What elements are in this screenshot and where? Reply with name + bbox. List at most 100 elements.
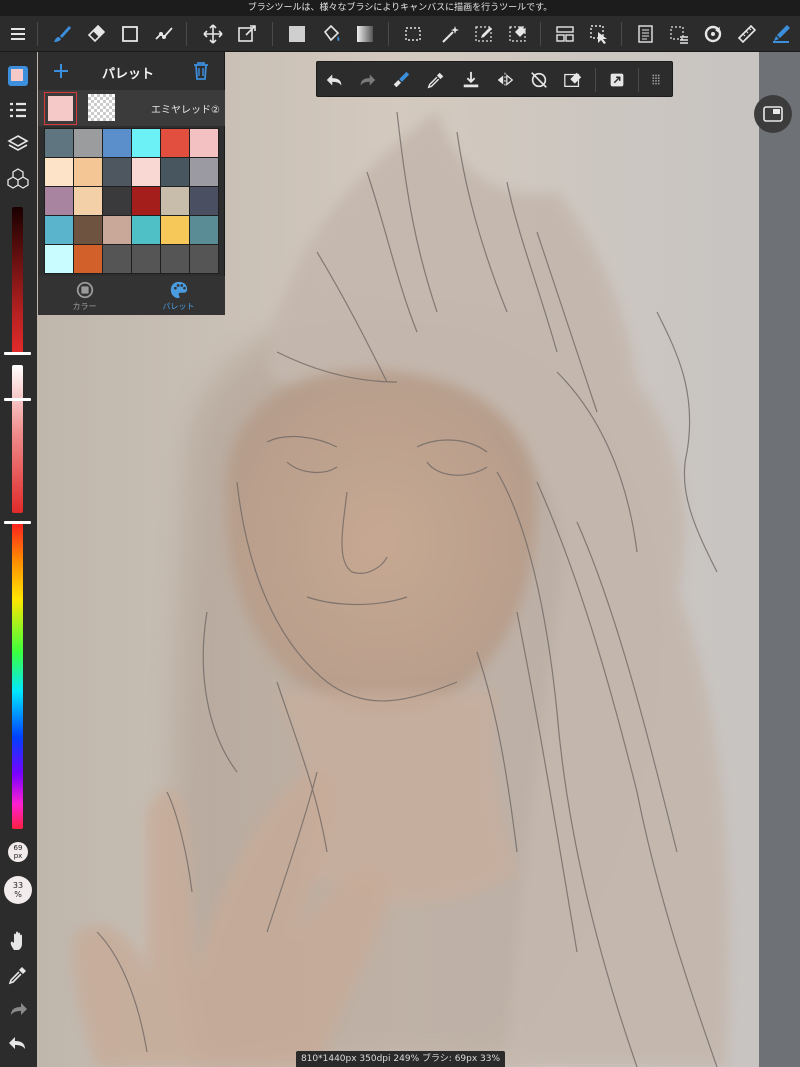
edit-tool-button[interactable] <box>150 20 178 48</box>
tab-palette-label: パレット <box>162 301 195 311</box>
palette-swatch[interactable] <box>190 245 218 273</box>
palette-swatch[interactable] <box>132 158 160 186</box>
select-pen-button[interactable] <box>470 20 498 48</box>
tab-color[interactable]: カラー <box>38 276 131 315</box>
palette-swatch[interactable] <box>132 216 160 244</box>
palette-swatch[interactable] <box>74 216 102 244</box>
palette-swatch[interactable] <box>190 158 218 186</box>
brush-list-icon <box>10 102 26 118</box>
clear-layer-button[interactable] <box>559 66 587 94</box>
palette-selector[interactable]: エミヤレッド② <box>38 90 225 126</box>
select-pen-icon <box>475 26 492 42</box>
magic-wand-button[interactable] <box>436 20 464 48</box>
gradient-icon <box>357 26 373 42</box>
import-button[interactable] <box>457 66 485 94</box>
palette-swatch[interactable] <box>161 245 189 273</box>
brush-tool-button[interactable] <box>48 20 76 48</box>
eraser-tool-button[interactable] <box>82 20 110 48</box>
palette-header: パレット <box>38 52 225 90</box>
palette-swatch[interactable] <box>74 129 102 157</box>
trash-icon <box>194 62 208 80</box>
float-redo-button[interactable] <box>353 66 381 94</box>
select-tool-button[interactable] <box>399 20 427 48</box>
transparent-color-swatch[interactable] <box>88 94 115 121</box>
add-palette-button[interactable] <box>50 60 72 82</box>
menu-button[interactable] <box>4 20 32 48</box>
fullscreen-icon <box>610 73 624 87</box>
frame-divider-button[interactable] <box>551 20 579 48</box>
text-layer-button[interactable] <box>631 20 659 48</box>
palette-swatch[interactable] <box>103 245 131 273</box>
undo-button[interactable] <box>4 1029 32 1057</box>
fill-color-button[interactable] <box>283 20 311 48</box>
palette-swatch[interactable] <box>161 158 189 186</box>
tab-palette[interactable]: パレット <box>132 276 225 315</box>
dotted-select-button[interactable] <box>665 20 693 48</box>
palette-swatch[interactable] <box>132 245 160 273</box>
hue-slider[interactable] <box>12 523 23 829</box>
palette-swatch[interactable] <box>190 187 218 215</box>
move-tool-button[interactable] <box>199 20 227 48</box>
brightness-slider[interactable] <box>12 207 23 353</box>
palette-swatch[interactable] <box>190 216 218 244</box>
ruler-button[interactable] <box>733 20 761 48</box>
transform-tool-button[interactable] <box>233 20 261 48</box>
rotate-canvas-button[interactable] <box>699 20 727 48</box>
palette-swatch[interactable] <box>45 187 73 215</box>
delete-palette-button[interactable] <box>189 59 213 83</box>
hand-tool-button[interactable] <box>4 927 32 955</box>
gradient-tool-button[interactable] <box>351 20 379 48</box>
saturation-slider[interactable] <box>12 365 23 513</box>
brightness-slider-handle[interactable] <box>4 352 31 355</box>
palette-swatch[interactable] <box>45 216 73 244</box>
transform-icon <box>238 25 256 42</box>
current-color-swatch[interactable] <box>44 92 77 125</box>
redo-button[interactable] <box>4 995 32 1023</box>
palette-swatch[interactable] <box>132 129 160 157</box>
brush-opacity-button[interactable]: 33 % <box>4 876 32 904</box>
brush-icon <box>54 26 71 42</box>
flip-icon <box>497 72 514 88</box>
bucket-tool-button[interactable] <box>317 20 345 48</box>
palette-swatch[interactable] <box>161 187 189 215</box>
float-undo-button[interactable] <box>321 66 349 94</box>
select-eraser-button[interactable] <box>504 20 532 48</box>
import-icon <box>463 71 479 88</box>
brush-eraser-toggle-button[interactable] <box>387 66 415 94</box>
fullscreen-button[interactable] <box>603 66 631 94</box>
snap-pen-button[interactable] <box>767 20 795 48</box>
rotate-off-button[interactable] <box>525 66 553 94</box>
palette-swatch[interactable] <box>45 245 73 273</box>
float-eyedropper-button[interactable] <box>422 66 450 94</box>
medibang-paint-app: ブラシツールは、様々なブラシによりキャンバスに描画を行うツールです。 69 px… <box>0 0 800 1067</box>
palette-swatch[interactable] <box>103 216 131 244</box>
rotate-icon <box>704 25 722 43</box>
palette-swatch[interactable] <box>74 158 102 186</box>
palette-swatch[interactable] <box>103 187 131 215</box>
operation-tool-button[interactable] <box>585 20 613 48</box>
flip-button[interactable] <box>491 66 519 94</box>
brush-size-button[interactable]: 69 px <box>8 842 28 862</box>
palette-swatch[interactable] <box>103 158 131 186</box>
palette-swatch[interactable] <box>74 187 102 215</box>
palette-swatch[interactable] <box>190 129 218 157</box>
palette-swatch[interactable] <box>74 245 102 273</box>
palette-swatch[interactable] <box>103 129 131 157</box>
palette-swatch[interactable] <box>132 187 160 215</box>
float-more-button[interactable] <box>642 66 670 94</box>
screen-split-button[interactable] <box>754 95 792 133</box>
material-button[interactable] <box>4 164 32 192</box>
color-swatch-button[interactable] <box>4 62 32 90</box>
palette-swatch[interactable] <box>161 216 189 244</box>
brush-list-button[interactable] <box>4 96 32 124</box>
layers-button[interactable] <box>4 130 32 158</box>
shape-tool-button[interactable] <box>116 20 144 48</box>
hue-slider-handle[interactable] <box>4 521 31 524</box>
floating-toolbar <box>316 61 673 97</box>
palette-swatch[interactable] <box>45 129 73 157</box>
saturation-slider-handle[interactable] <box>4 398 31 401</box>
palette-swatch[interactable] <box>161 129 189 157</box>
palette-swatch[interactable] <box>45 158 73 186</box>
plus-icon <box>54 64 68 78</box>
eyedropper-button[interactable] <box>4 961 32 989</box>
